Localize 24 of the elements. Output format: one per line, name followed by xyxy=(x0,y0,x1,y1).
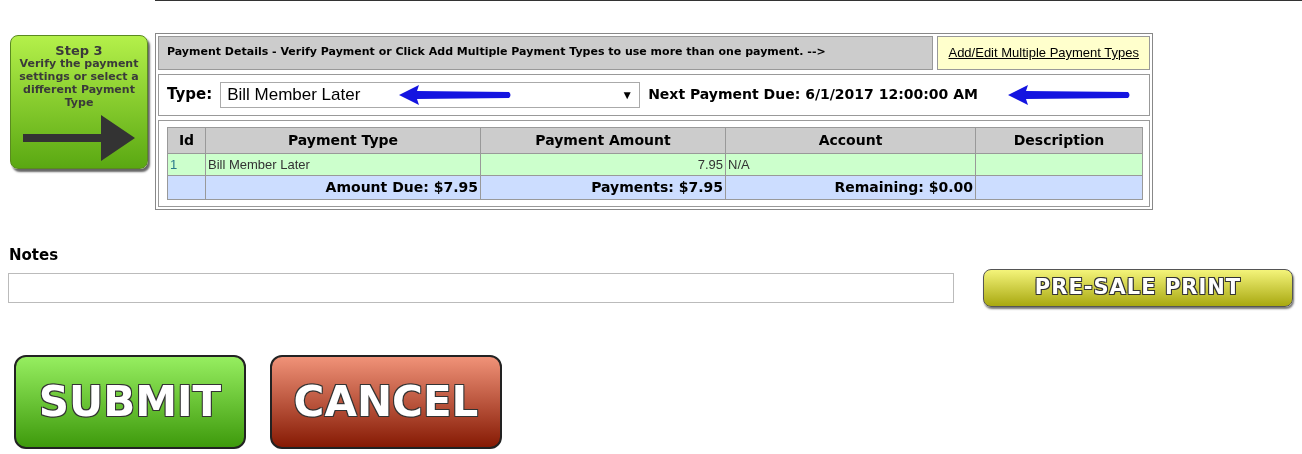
table-cell: 7.95 xyxy=(480,153,726,176)
column-header: Id xyxy=(167,127,206,153)
notes-field[interactable] xyxy=(8,272,954,303)
table-cell: Payments: $7.95 xyxy=(480,175,726,200)
add-edit-payment-types-link[interactable]: Add/Edit Multiple Payment Types xyxy=(937,36,1150,70)
dropdown-caret: ▼ xyxy=(621,86,634,104)
type-label: Type: xyxy=(167,84,213,106)
table-cell: Remaining: $0.00 xyxy=(725,175,976,200)
type-select[interactable]: Bill Member Later ▼ xyxy=(220,81,641,108)
table-cell: 1 xyxy=(167,153,206,176)
table-cell: Amount Due: $7.95 xyxy=(205,175,481,200)
step-title: Step 3 xyxy=(54,44,104,57)
cancel-button[interactable]: CANCEL xyxy=(270,354,502,449)
column-header: Account xyxy=(725,127,976,153)
step-instructions: Verify the payment settings or select a different Payment Type xyxy=(18,57,140,109)
right-arrow-icon xyxy=(21,113,137,163)
table-cell: Bill Member Later xyxy=(205,153,481,176)
notes-label: Notes xyxy=(9,245,60,266)
column-header: Payment Type xyxy=(205,127,481,153)
column-header: Description xyxy=(975,127,1143,153)
table-cell: N/A xyxy=(725,153,976,176)
next-payment-due: Next Payment Due: 6/1/2017 12:00:00 AM xyxy=(648,85,978,104)
column-header: Payment Amount xyxy=(480,127,726,153)
payment-details-heading: Payment Details - Verify Payment or Click Add Multiple Payment Types to use more than one payment. --> xyxy=(158,36,934,70)
